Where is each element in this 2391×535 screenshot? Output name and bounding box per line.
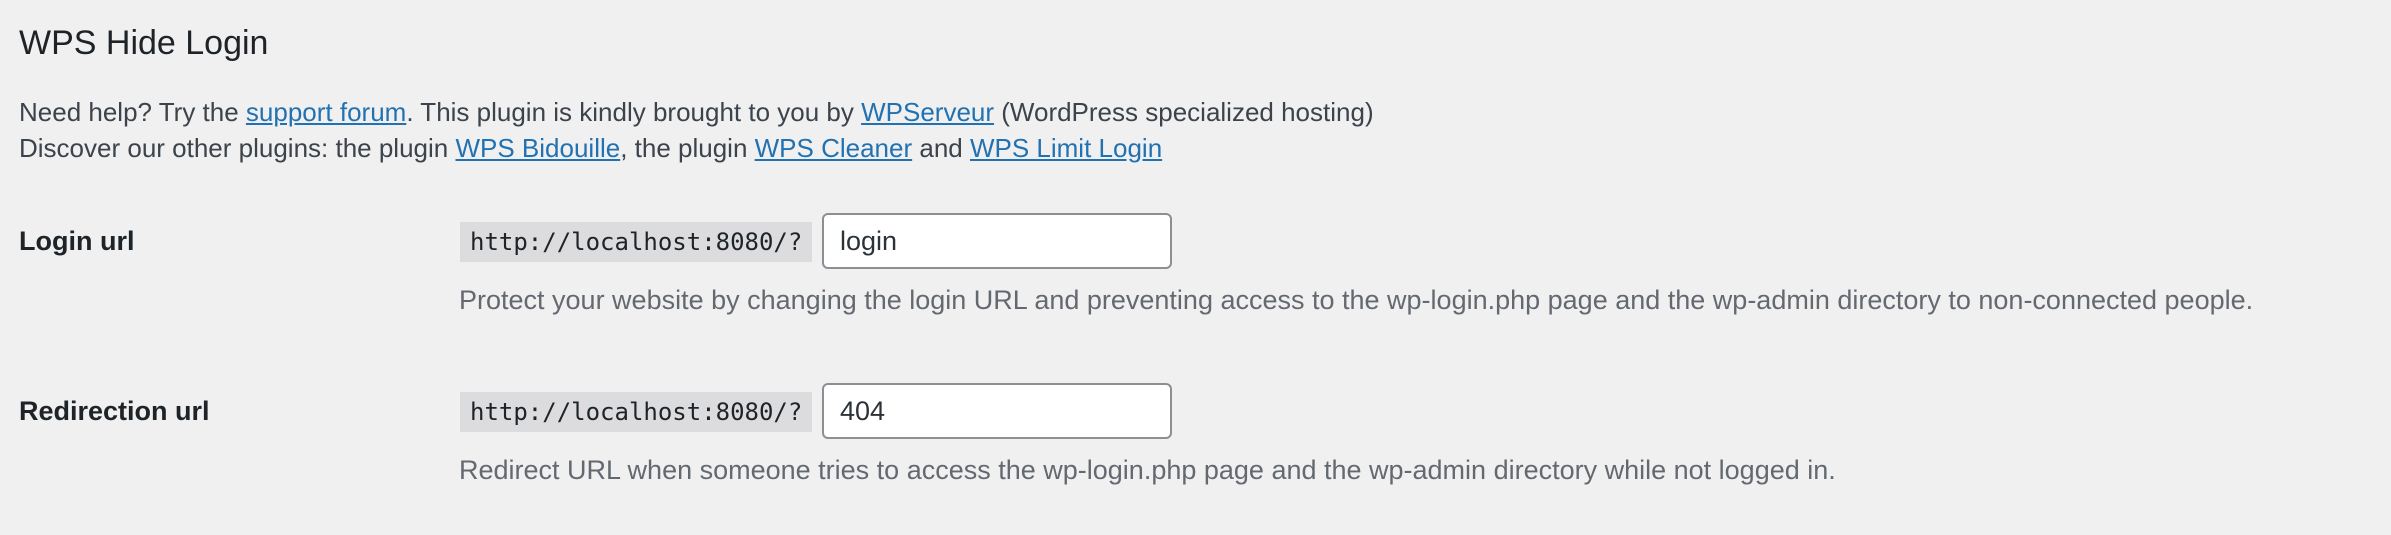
intro-line-1: Need help? Try the support forum. This p… (19, 94, 1374, 130)
redirection-url-description: Redirect URL when someone tries to acces… (459, 455, 1836, 485)
intro-line-2-middle: , the plugin (620, 133, 755, 163)
redirection-url-label: Redirection url (19, 396, 210, 426)
intro-line-1-middle: . This plugin is kindly brought to you b… (406, 97, 862, 127)
login-url-label: Login url (19, 226, 135, 256)
redirection-url-prefix: http://localhost:8080/? (460, 392, 813, 432)
intro-line-2: Discover our other plugins: the plugin W… (19, 130, 1374, 166)
intro-line-1-prefix: Need help? Try the (19, 97, 246, 127)
intro-line-2-and: and (912, 133, 970, 163)
login-url-input[interactable] (822, 213, 1172, 269)
redirection-url-input[interactable] (822, 383, 1172, 439)
wps-bidouille-link[interactable]: WPS Bidouille (455, 133, 620, 163)
intro-line-2-prefix: Discover our other plugins: the plugin (19, 133, 456, 163)
wpserveur-link[interactable]: WPServeur (861, 97, 994, 127)
intro-line-1-suffix: (WordPress specialized hosting) (994, 97, 1374, 127)
login-url-prefix: http://localhost:8080/? (460, 222, 813, 262)
wps-limit-login-link[interactable]: WPS Limit Login (970, 133, 1162, 163)
settings-page: WPS Hide Login Need help? Try the suppor… (0, 0, 2391, 535)
wps-cleaner-link[interactable]: WPS Cleaner (755, 133, 913, 163)
page-title: WPS Hide Login (19, 24, 269, 62)
intro-text: Need help? Try the support forum. This p… (19, 94, 1374, 166)
support-forum-link[interactable]: support forum (246, 97, 406, 127)
login-url-description: Protect your website by changing the log… (459, 285, 2254, 315)
